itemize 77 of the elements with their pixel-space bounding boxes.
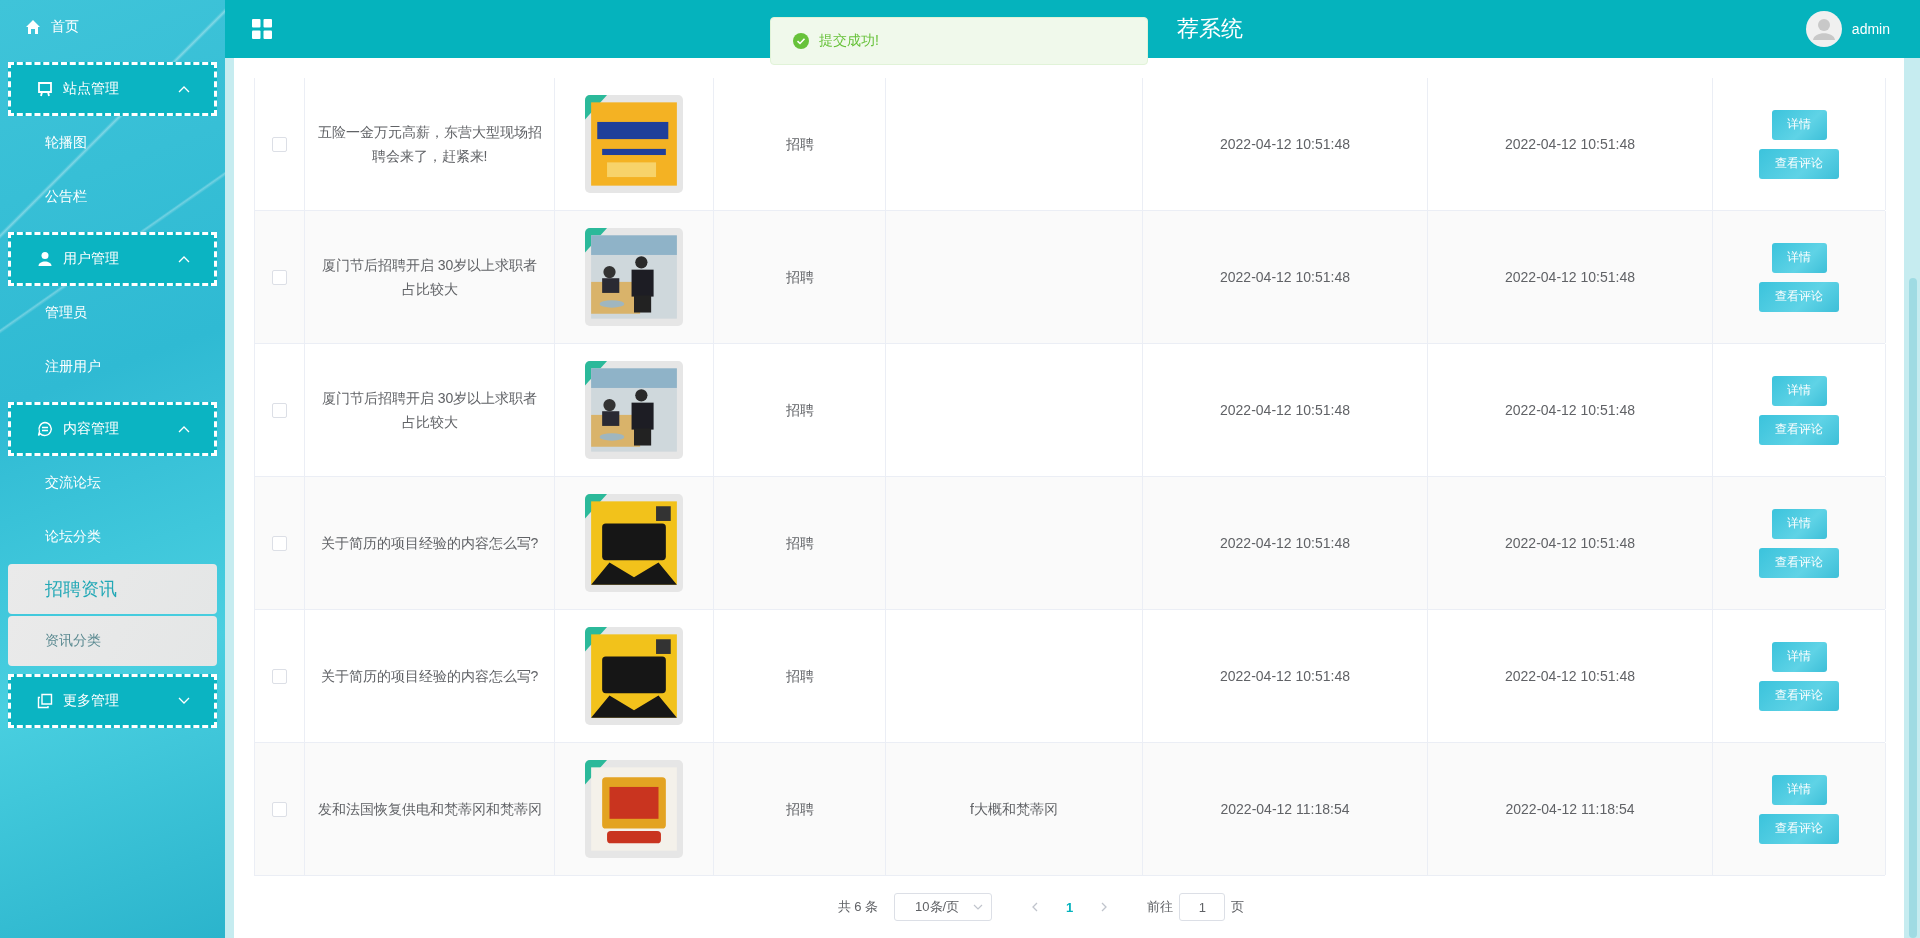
title-text: 关于简历的项目经验的内容怎么写?	[320, 667, 539, 686]
menu-item[interactable]: 首页	[8, 0, 217, 54]
date-text: 2022-04-12 10:51:48	[1220, 401, 1350, 420]
category-text: 招聘	[785, 534, 814, 553]
total-count: 共 6 条	[837, 898, 879, 916]
page-size-select[interactable]: 10条/页	[894, 893, 993, 921]
comments-button[interactable]: 查看评论	[1759, 148, 1839, 179]
row-checkbox[interactable]	[272, 801, 287, 817]
comments-button[interactable]: 查看评论	[1759, 281, 1839, 312]
menu-item[interactable]: 管理员	[8, 286, 217, 340]
row-checkbox[interactable]	[272, 136, 287, 152]
category-text: 招聘	[785, 401, 814, 420]
menu-item[interactable]: 招聘资讯	[8, 564, 217, 614]
date-text: 2022-04-12 10:51:48	[1505, 135, 1635, 154]
category-text: 招聘	[785, 667, 814, 686]
menu-group[interactable]: 内容管理	[8, 402, 217, 456]
menu-item[interactable]: 论坛分类	[8, 510, 217, 564]
goto-label: 前往	[1147, 898, 1174, 916]
home-icon	[25, 19, 41, 35]
previous-page-icon[interactable]	[1032, 902, 1039, 912]
copy-icon	[37, 693, 53, 709]
user-name[interactable]: admin	[1851, 21, 1890, 37]
page-suffix: 页	[1231, 898, 1245, 916]
category-text: 招聘	[785, 268, 814, 287]
title-text: 五险一金万元高薪，东营大型现场招聘会来了，赶紧来!	[316, 123, 543, 166]
row-checkbox[interactable]	[272, 668, 287, 684]
date-text: 2022-04-12 10:51:48	[1505, 534, 1635, 553]
comments-button[interactable]: 查看评论	[1759, 680, 1839, 711]
menu-item[interactable]: 交流论坛	[8, 456, 217, 510]
details-button[interactable]: 详情	[1771, 774, 1827, 805]
page-input[interactable]: 1	[1179, 893, 1226, 921]
date-text: 2022-04-12 10:51:48	[1220, 667, 1350, 686]
title-text: 关于简历的项目经验的内容怎么写?	[320, 534, 539, 553]
menu-item[interactable]: 资讯分类	[8, 616, 217, 666]
comments-button[interactable]: 查看评论	[1759, 547, 1839, 578]
page-number[interactable]: 1	[1066, 899, 1074, 915]
board-icon	[37, 81, 53, 97]
date-text: 2022-04-12 10:51:48	[1220, 135, 1350, 154]
menu-group[interactable]: 用户管理	[8, 232, 217, 286]
details-button[interactable]: 详情	[1771, 242, 1827, 273]
date-text: 2022-04-12 10:51:48	[1505, 401, 1635, 420]
title-text: 厦门节后招聘开启 30岁以上求职者占比较大	[320, 256, 539, 299]
row-checkbox[interactable]	[272, 269, 287, 285]
toast-message: 提交成功!	[819, 32, 879, 50]
next-page-icon[interactable]	[1101, 902, 1108, 912]
grid-icon[interactable]	[252, 19, 272, 39]
check-circle-icon	[793, 33, 809, 49]
scrollbar[interactable]	[1909, 278, 1917, 938]
details-button[interactable]: 详情	[1771, 641, 1827, 672]
menu-item[interactable]: 公告栏	[8, 170, 217, 224]
date-text: 2022-04-12 10:51:48	[1220, 534, 1350, 553]
table-cell-text: f大概和梵蒂冈	[970, 800, 1058, 819]
category-text: 招聘	[785, 135, 814, 154]
avatar-icon[interactable]	[1805, 11, 1842, 47]
row-checkbox[interactable]	[272, 535, 287, 551]
title-text: 厦门节后招聘开启 30岁以上求职者占比较大	[320, 389, 539, 432]
date-text: 2022-04-12 10:51:48	[1505, 667, 1635, 686]
row-checkbox[interactable]	[272, 402, 287, 418]
caret-icon	[973, 904, 984, 910]
comments-button[interactable]: 查看评论	[1759, 813, 1839, 844]
menu-item[interactable]: 轮播图	[8, 116, 217, 170]
menu-group[interactable]: 更多管理	[8, 674, 217, 728]
details-button[interactable]: 详情	[1771, 109, 1827, 140]
details-button[interactable]: 详情	[1771, 508, 1827, 539]
app-title: 荐系统	[1177, 15, 1243, 43]
date-text: 2022-04-12 10:51:48	[1505, 268, 1635, 287]
category-text: 招聘	[785, 800, 814, 819]
date-text: 2022-04-12 10:51:48	[1220, 268, 1350, 287]
title-text: 发和法国恢复供电和梵蒂冈和梵蒂冈	[317, 800, 542, 819]
menu-item[interactable]: 注册用户	[8, 340, 217, 394]
details-button[interactable]: 详情	[1771, 375, 1827, 406]
chat-icon	[37, 421, 53, 437]
comments-button[interactable]: 查看评论	[1759, 414, 1839, 445]
menu-group[interactable]: 站点管理	[8, 62, 217, 116]
date-text: 2022-04-12 11:18:54	[1220, 800, 1350, 819]
user-icon	[37, 251, 53, 267]
date-text: 2022-04-12 11:18:54	[1505, 800, 1635, 819]
